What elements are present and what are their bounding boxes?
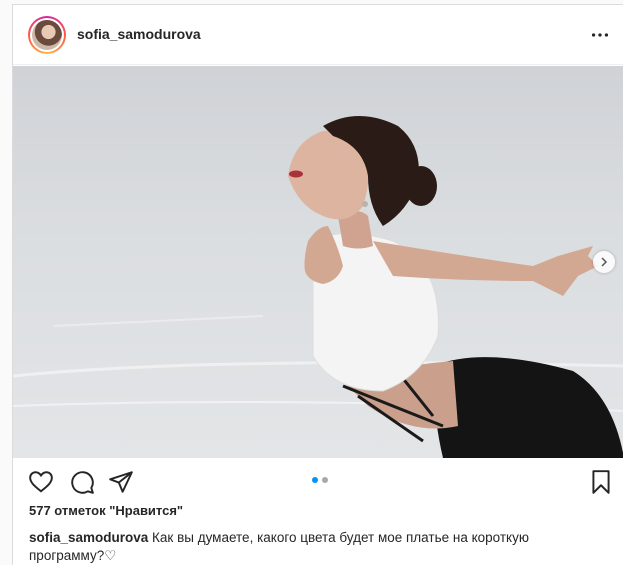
carousel-indicator (312, 477, 328, 483)
more-horizontal-icon[interactable] (589, 24, 611, 46)
caption-username[interactable]: sofia_samodurova (29, 530, 148, 545)
carousel-next-button[interactable] (593, 251, 615, 273)
carousel-dot-active (312, 477, 318, 483)
post-username[interactable]: sofia_samodurova (77, 26, 201, 42)
heart-icon[interactable] (28, 469, 54, 495)
skater-photo (13, 116, 623, 458)
avatar[interactable] (32, 20, 62, 50)
comment-icon[interactable] (69, 469, 95, 495)
story-ring[interactable] (28, 16, 66, 54)
post-actions (13, 461, 623, 501)
post-card: sofia_samodurova 577 отметок "Нравится" … (12, 4, 623, 565)
carousel-dot (322, 477, 328, 483)
bookmark-icon[interactable] (588, 469, 614, 495)
post-photo[interactable] (13, 66, 623, 458)
send-icon[interactable] (108, 469, 134, 495)
likes-count[interactable]: 577 отметок "Нравится" (29, 503, 183, 518)
post-header: sofia_samodurova (13, 5, 623, 65)
post-caption: sofia_samodurova Как вы думаете, какого … (29, 529, 589, 565)
heart-emoji: ♡ (104, 548, 117, 563)
chevron-right-icon (601, 257, 608, 267)
